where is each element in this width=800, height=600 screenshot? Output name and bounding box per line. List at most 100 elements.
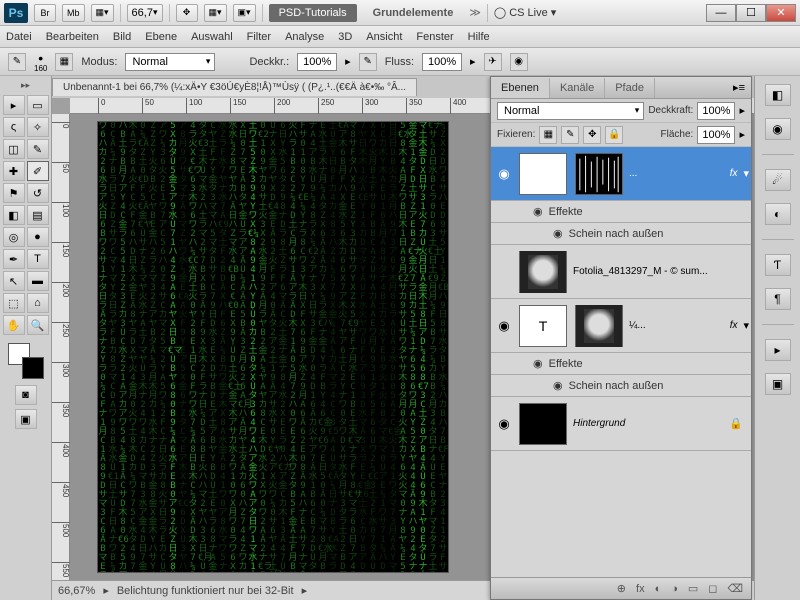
fx-collapse-icon[interactable]: ▾ [743,167,749,180]
zoom-tool[interactable]: 🔍 [27,315,49,335]
dock-para-icon[interactable]: ¶ [765,288,791,310]
visibility-icon-bg[interactable]: ◉ [493,416,515,432]
menu-ebene[interactable]: Ebene [145,31,177,43]
outer-glow-row-3[interactable]: ◉ Schein nach außen [491,375,751,397]
lock-all-icon[interactable]: 🔒 [605,126,623,144]
workspace-more[interactable]: ≫ [469,6,481,19]
brush-preview[interactable]: •160 [34,51,47,73]
layer-thumb-2[interactable] [519,251,567,293]
minimize-button[interactable]: — [706,4,736,22]
tool-collapse-icon[interactable]: ▸▸ [21,80,30,91]
layer-name-bg[interactable]: Hintergrund [571,418,723,429]
layer-row-bg[interactable]: ◉ Hintergrund 🔒 [491,397,751,451]
eyedropper-tool[interactable]: ✎ [27,139,49,159]
blur-tool[interactable]: ◎ [3,227,25,247]
lock-transparent-icon[interactable]: ▦ [539,126,557,144]
menu-3d[interactable]: 3D [338,31,352,43]
panel-menu-icon[interactable]: ▸≡ [727,81,751,94]
canvas[interactable]: ワ6ハカ26水ラア火日6Bワ2サ1ナタ日ラÄタラナZYラ0¼CFナ1月C1Ä89… [98,122,448,572]
history-brush-tool[interactable]: ↺ [27,183,49,203]
minibridge-button[interactable]: Mb [62,4,85,22]
tab-pfade[interactable]: Pfade [605,78,655,98]
background-swatch[interactable] [22,357,44,379]
visibility-icon-3[interactable]: ◉ [493,318,515,334]
layer-name-3[interactable]: ¼... [627,320,724,331]
menu-fenster[interactable]: Fenster [416,31,453,43]
glow-vis-icon-3[interactable]: ◉ [553,379,563,392]
status-arrow-icon[interactable]: ▸ [103,584,109,597]
status-arrow2-icon[interactable]: ▸ [302,584,308,597]
layer-thumb-text[interactable]: T [519,153,567,195]
layer-blend-dropdown[interactable]: Normal [497,102,644,120]
crop-tool[interactable]: ◫ [3,139,25,159]
bridge-button[interactable]: Br [34,4,56,22]
layer-name-1[interactable]: ... [627,168,724,179]
menu-bild[interactable]: Bild [113,31,131,43]
fx-badge[interactable]: fx [724,168,744,179]
dock-mask-icon[interactable]: ◐ [765,203,791,225]
lock-paint-icon[interactable]: ✎ [561,126,579,144]
zoom-level-dropdown[interactable]: 66,7 ▾ [127,4,163,22]
brush-panel-toggle[interactable]: ▦ [55,53,73,71]
cslive-button[interactable]: ◯ CS Live ▾ [494,6,556,19]
effect-vis-icon-3[interactable]: ◉ [533,357,543,370]
adjust-icon[interactable]: ◑ [671,583,678,595]
dock-adjust-icon[interactable]: ☄ [765,169,791,191]
menu-bearbeiten[interactable]: Bearbeiten [46,31,99,43]
fx-collapse-icon-3[interactable]: ▾ [743,319,749,332]
opacity-slider-icon[interactable]: ▸ [345,55,351,68]
hand-button[interactable]: ✥ [176,4,198,22]
effects-row-3[interactable]: ◉ Effekte [491,353,751,375]
type-tool[interactable]: T [27,249,49,269]
flow-slider-icon[interactable]: ▸ [470,55,476,68]
fx-badge-3[interactable]: fx [724,320,744,331]
new-layer-icon[interactable]: ◻ [708,582,717,595]
status-zoom[interactable]: 66,67% [58,585,95,597]
group-icon[interactable]: ▭ [688,582,698,595]
workspace-pill-2[interactable]: Grundelemente [363,4,464,22]
stamp-tool[interactable]: ⚑ [3,183,25,203]
layer-thumb-3-text[interactable]: T [519,305,567,347]
tab-ebenen[interactable]: Ebenen [491,78,550,98]
tablet-pressure-icon[interactable]: ◉ [510,53,528,71]
layer-row-1[interactable]: ◉ T ... fx ▾ [491,147,751,201]
dodge-tool[interactable]: ● [27,227,49,247]
dock-color-icon[interactable]: ◧ [765,84,791,106]
maximize-button[interactable]: ☐ [736,4,766,22]
opacity-pressure-icon[interactable]: ✎ [359,53,377,71]
wand-tool[interactable]: ✧ [27,117,49,137]
screenmode-tool[interactable]: ▣ [15,409,37,429]
dock-actions-icon[interactable]: ▣ [765,373,791,395]
dock-history-icon[interactable]: ▸ [765,339,791,361]
move-tool[interactable]: ▸ [3,95,25,115]
flow-input[interactable]: 100% [422,53,462,71]
screen-mode-button[interactable]: ▣▾ [233,4,256,22]
3d-tool[interactable]: ⬚ [3,293,25,313]
extras-button[interactable]: ▦▾ [91,4,114,22]
close-button[interactable]: ✕ [766,4,796,22]
heal-tool[interactable]: ✚ [3,161,25,181]
menu-filter[interactable]: Filter [247,31,271,43]
layer-name-2[interactable]: Fotolia_4813297_M - © sum... [571,266,749,277]
layer-mask-3[interactable] [575,305,623,347]
glow-vis-icon[interactable]: ◉ [553,227,563,240]
dock-swatches-icon[interactable]: ◉ [765,118,791,140]
mask-icon[interactable]: ◐ [655,583,662,595]
visibility-icon[interactable]: ◉ [493,166,515,182]
marquee-tool[interactable]: ▭ [27,95,49,115]
document-tab[interactable]: Unbenannt-1 bei 66,7% (¼:xÄ•Y €3öÚ€yÈ8¦!… [52,78,417,96]
workspace-pill-1[interactable]: PSD-Tutorials [269,4,357,22]
eraser-tool[interactable]: ◧ [3,205,25,225]
outer-glow-row[interactable]: ◉ Schein nach außen [491,223,751,245]
path-tool[interactable]: ↖ [3,271,25,291]
pen-tool[interactable]: ✒ [3,249,25,269]
3d-camera-tool[interactable]: ⌂ [27,293,49,313]
lock-move-icon[interactable]: ✥ [583,126,601,144]
tab-kanale[interactable]: Kanäle [550,78,605,98]
menu-datei[interactable]: Datei [6,31,32,43]
effect-vis-icon[interactable]: ◉ [533,205,543,218]
brush-tool[interactable]: ✐ [27,161,49,181]
layer-row-2[interactable]: Fotolia_4813297_M - © sum... [491,245,751,299]
fill-toggle-icon[interactable]: ▸ [739,128,745,141]
layer-thumb-bg[interactable] [519,403,567,445]
